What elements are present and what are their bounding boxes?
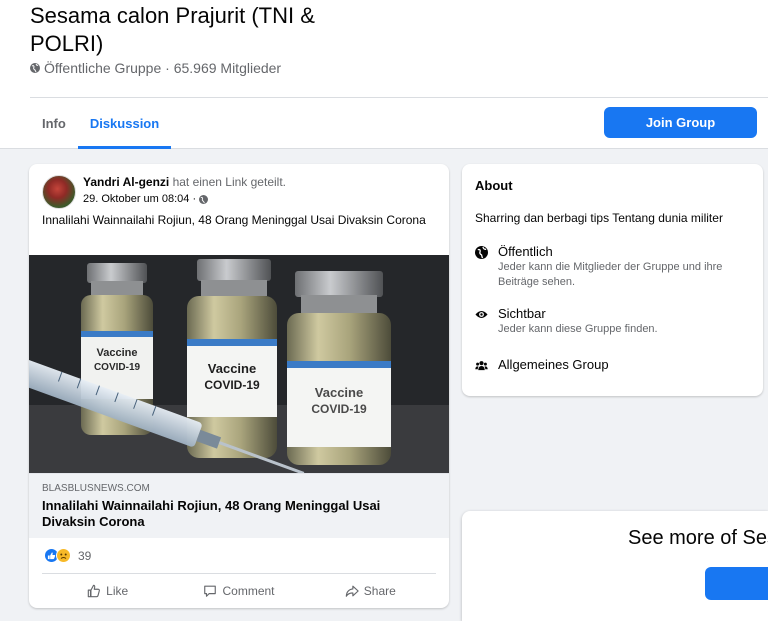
reaction-icons — [44, 548, 71, 563]
about-card: About Sharring dan berbagi tips Tentang … — [462, 164, 763, 396]
action-divider — [42, 573, 436, 574]
like-button[interactable]: Like — [42, 577, 173, 604]
vial-label-2-line2: COVID-19 — [204, 378, 260, 392]
vial-label-2-line1: Vaccine — [208, 361, 256, 376]
about-item-subtitle: Jeder kann diese Gruppe finden. — [498, 323, 658, 335]
see-more-text: See more of Ses — [628, 527, 768, 549]
globe-icon — [475, 246, 488, 259]
tab-info[interactable]: Info — [30, 98, 78, 148]
vaccine-vials-image: Vaccine COVID-19 Vaccine COVID-19 Vaccin… — [29, 255, 449, 473]
group-meta-text: Öffentliche Gruppe · 65.969 Mitglieder — [44, 60, 282, 76]
join-group-button[interactable]: Join Group — [604, 107, 757, 138]
vial-label-1-line1: Vaccine — [97, 347, 138, 359]
tab-diskussion[interactable]: Diskussion — [77, 98, 172, 149]
group-tabs: Info Diskussion — [30, 98, 172, 149]
link-preview[interactable]: BLASBLUSNEWS.COM Innalilahi Wainnailahi … — [29, 473, 449, 538]
post-author[interactable]: Yandri Al-genzi — [83, 175, 169, 189]
about-description: Sharring dan berbagi tips Tentang dunia … — [475, 211, 723, 225]
globe-icon — [30, 63, 40, 73]
post-actions: Like Comment Share — [42, 577, 436, 604]
vial-label-3-line1: Vaccine — [315, 385, 363, 400]
reactions-summary[interactable]: 39 — [44, 548, 91, 563]
about-item-subtitle: Jeder kann die Mitglieder der Gruppe und… — [498, 261, 723, 288]
post-text: Innalilahi Wainnailahi Rojiun, 48 Orang … — [42, 213, 426, 227]
about-item-visible: Sichtbar Jeder kann diese Gruppe finden. — [475, 306, 738, 337]
eye-icon — [475, 311, 488, 318]
vial-label-1-line2: COVID-19 — [94, 362, 141, 373]
share-icon — [345, 585, 359, 597]
sad-icon — [56, 548, 71, 563]
people-icon — [475, 361, 488, 371]
post-card: Yandri Al-genzi hat einen Link geteilt. … — [29, 164, 449, 608]
group-meta: Öffentliche Gruppe · 65.969 Mitglieder — [30, 60, 281, 76]
vial-label-3-line2: COVID-19 — [311, 402, 367, 416]
like-label: Like — [106, 583, 129, 598]
thumbs-up-icon — [87, 584, 101, 597]
comment-label: Comment — [222, 583, 275, 598]
comment-icon — [204, 585, 217, 597]
about-item-public: Öffentlich Jeder kann die Mitglieder der… — [475, 244, 738, 290]
about-item-title: Allgemeines Group — [498, 357, 609, 372]
about-item-title: Sichtbar — [498, 306, 546, 321]
link-title[interactable]: Innalilahi Wainnailahi Rojiun, 48 Orang … — [42, 498, 432, 530]
globe-icon — [199, 194, 209, 204]
group-header: Sesama calon Prajurit (TNI & POLRI) Öffe… — [0, 0, 768, 149]
see-more-button[interactable] — [705, 567, 768, 600]
post-header: Yandri Al-genzi hat einen Link geteilt. — [83, 175, 286, 189]
share-button[interactable]: Share — [305, 577, 436, 604]
post-timestamp: 29. Oktober um 08:04 · — [83, 193, 209, 205]
post-timestamp-text[interactable]: 29. Oktober um 08:04 · — [83, 193, 196, 205]
avatar[interactable] — [42, 175, 76, 209]
share-label: Share — [363, 583, 396, 598]
link-domain: BLASBLUSNEWS.COM — [42, 483, 150, 494]
about-heading: About — [475, 178, 513, 193]
comment-button[interactable]: Comment — [173, 577, 304, 604]
post-action: hat einen Link geteilt. — [172, 175, 286, 189]
reaction-count: 39 — [78, 548, 92, 563]
about-item-title: Öffentlich — [498, 244, 553, 259]
group-title: Sesama calon Prajurit (TNI & POLRI) — [30, 3, 315, 56]
post-image[interactable]: Vaccine COVID-19 Vaccine COVID-19 Vaccin… — [29, 255, 449, 473]
about-item-general: Allgemeines Group — [475, 357, 609, 373]
login-prompt: See more of Ses — [462, 511, 768, 621]
